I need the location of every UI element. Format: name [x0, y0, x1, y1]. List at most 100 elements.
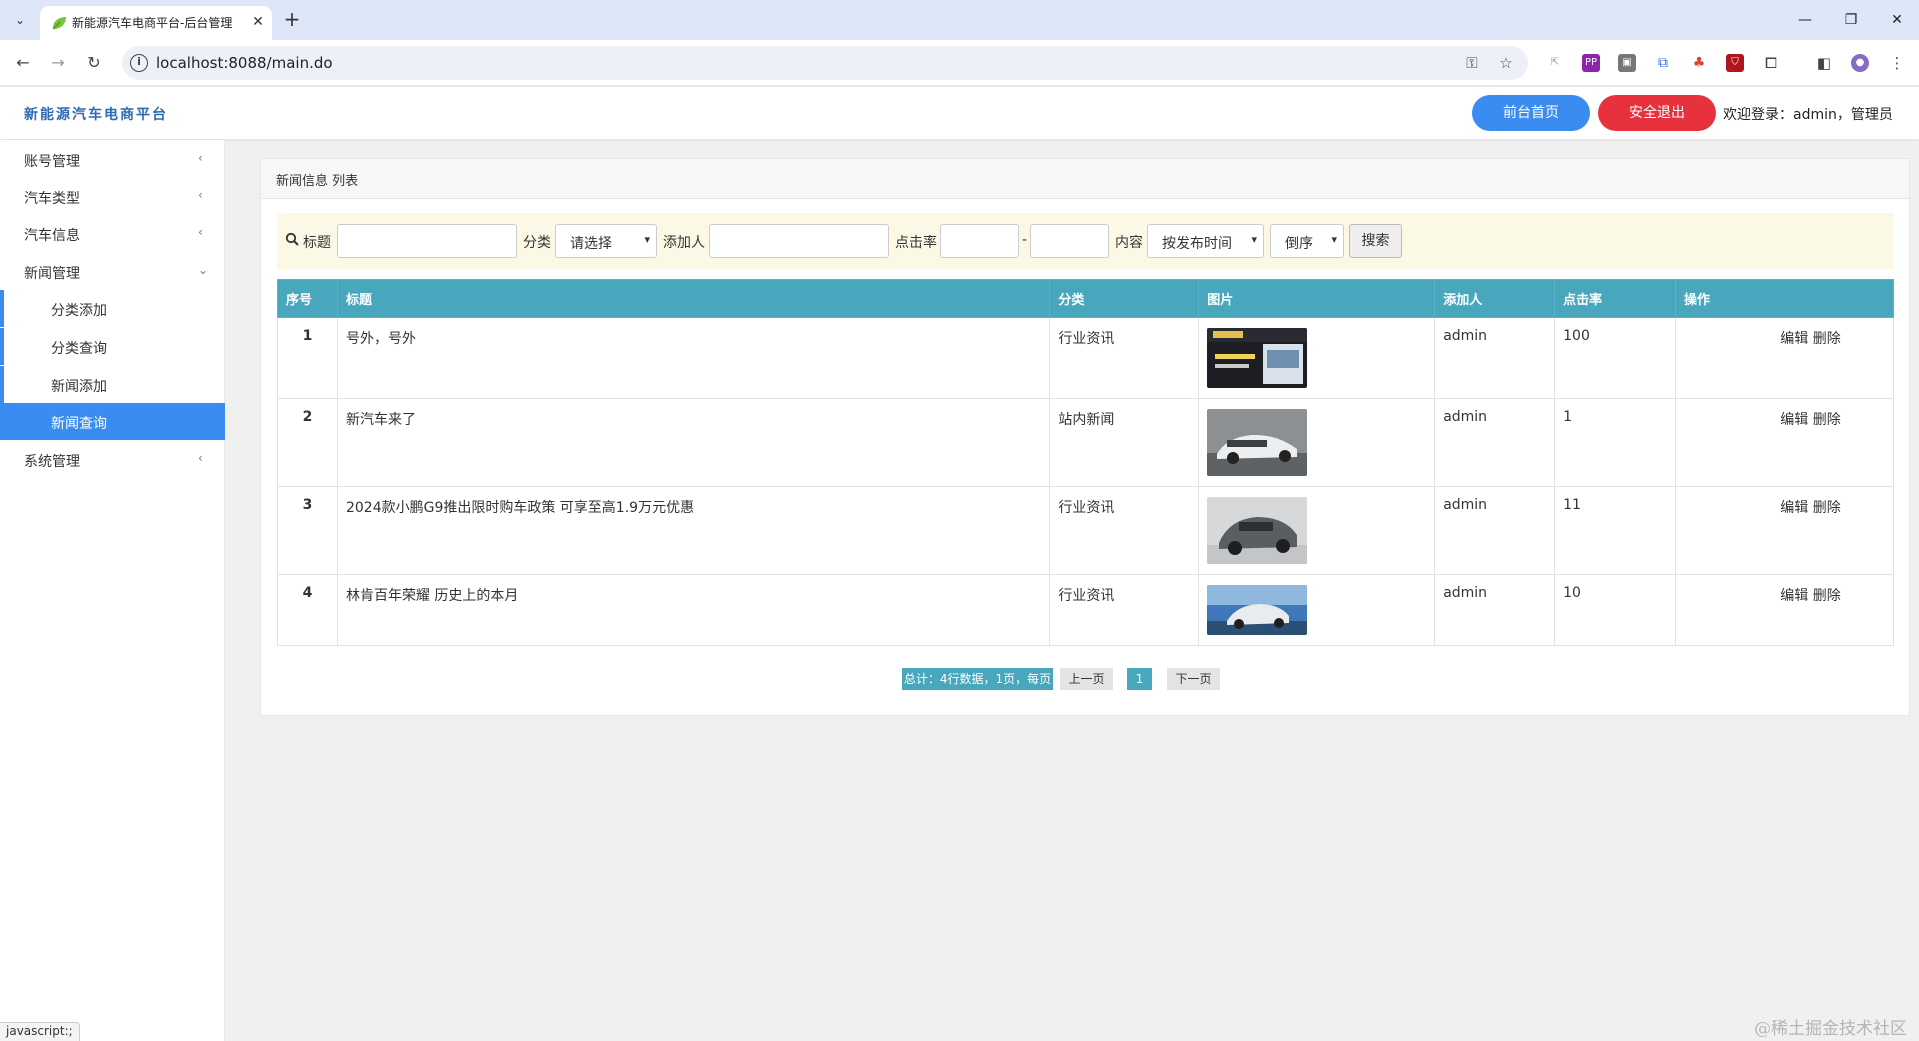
- extension-gamepad-icon[interactable]: ▣: [1618, 54, 1636, 72]
- row-adder: admin: [1434, 574, 1556, 646]
- profile-avatar-icon[interactable]: ●: [1851, 54, 1869, 72]
- sidebar-item-system[interactable]: 系统管理 ‹: [0, 441, 225, 478]
- address-bar[interactable]: i localhost:8088/main.do ⚿ ☆: [122, 46, 1528, 80]
- url-text[interactable]: localhost:8088/main.do: [156, 54, 333, 72]
- dropdown-arrow-icon: ▾: [1331, 233, 1337, 246]
- search-button[interactable]: 搜索: [1349, 224, 1402, 258]
- row-image-cell: [1198, 574, 1436, 646]
- watermark: @稀土掘金技术社区: [1754, 1019, 1907, 1039]
- sidebar-item-account[interactable]: 账号管理 ‹: [0, 141, 225, 178]
- clicks-max-input[interactable]: [1030, 224, 1109, 258]
- search-form: 标题 分类 请选择 ▾ 添加人 点击率 - 内容 按发布时间 ▾ 倒序 ▾ 搜索: [277, 213, 1894, 269]
- side-panel-icon[interactable]: ◧: [1815, 54, 1833, 72]
- sidebar-item-news[interactable]: 新闻管理 ⌄: [0, 253, 225, 290]
- row-adder: admin: [1434, 317, 1556, 399]
- sidebar-item-car-type[interactable]: 汽车类型 ‹: [0, 178, 225, 215]
- tab-search-chevron-icon[interactable]: ⌄: [8, 8, 32, 32]
- sidebar-subitem-category-query[interactable]: 分类查询: [0, 328, 225, 365]
- news-list-panel: 新闻信息 列表 标题 分类 请选择 ▾ 添加人 点击率 - 内容 按发布时间 ▾…: [260, 158, 1910, 716]
- row-title: 2024款小鹏G9推出限时购车政策 可享至高1.9万元优惠: [336, 486, 1051, 575]
- search-icon: [285, 232, 299, 250]
- category-select[interactable]: 请选择 ▾: [555, 224, 657, 258]
- clicks-min-input[interactable]: [940, 224, 1019, 258]
- adder-input[interactable]: [709, 224, 889, 258]
- tab-close-icon[interactable]: ✕: [248, 12, 268, 32]
- row-category: 行业资讯: [1049, 317, 1200, 399]
- forward-icon[interactable]: →: [45, 50, 71, 76]
- next-page-button[interactable]: 下一页: [1167, 668, 1220, 690]
- extension-shield-icon[interactable]: ⛉: [1726, 54, 1744, 72]
- chevron-left-icon: ‹: [198, 225, 203, 239]
- news-thumbnail-image: [1207, 497, 1308, 564]
- frontend-home-button[interactable]: 前台首页: [1472, 95, 1590, 131]
- new-tab-icon[interactable]: +: [280, 8, 304, 32]
- leaf-favicon-icon: [52, 17, 66, 30]
- table-header-row: 序号 标题 分类 图片 添加人 点击率 操作: [277, 279, 1894, 318]
- edit-link[interactable]: 编辑: [1780, 500, 1808, 516]
- range-separator: -: [1022, 232, 1028, 248]
- prev-page-button[interactable]: 上一页: [1060, 668, 1113, 690]
- welcome-text: 欢迎登录：admin，管理员: [1723, 107, 1893, 123]
- extensions-puzzle-icon[interactable]: ⧠: [1762, 54, 1780, 72]
- sidebar-subitem-news-add[interactable]: 新闻添加: [0, 366, 225, 403]
- delete-link[interactable]: 删除: [1813, 331, 1841, 347]
- row-title: 林肯百年荣耀 历史上的本月: [336, 574, 1051, 646]
- extension-pp-icon[interactable]: PP: [1582, 54, 1600, 72]
- reload-icon[interactable]: ↻: [81, 50, 107, 76]
- pagination: 总计：4行数据，1页，每页12行 上一页 1 下一页: [261, 668, 1909, 708]
- tab-title: 新能源汽车电商平台-后台管理: [72, 16, 233, 30]
- extension-layers-icon[interactable]: ⧉: [1654, 54, 1672, 72]
- extension-cursor-icon[interactable]: ⇱: [1546, 54, 1564, 72]
- chevron-left-icon: ‹: [198, 451, 203, 465]
- chevron-left-icon: ‹: [198, 188, 203, 202]
- back-icon[interactable]: ←: [10, 50, 36, 76]
- sort-order-select[interactable]: 倒序 ▾: [1270, 224, 1344, 258]
- bookmark-star-icon[interactable]: ☆: [1496, 53, 1516, 73]
- minimize-icon[interactable]: —: [1790, 8, 1820, 32]
- sidebar-item-label: 账号管理: [24, 154, 80, 170]
- row-adder: admin: [1434, 398, 1556, 487]
- delete-link[interactable]: 删除: [1813, 588, 1841, 604]
- edit-link[interactable]: 编辑: [1780, 588, 1808, 604]
- table-row: 3 2024款小鹏G9推出限时购车政策 可享至高1.9万元优惠 行业资讯 adm…: [277, 486, 1894, 575]
- category-select-value: 请选择: [570, 236, 612, 252]
- password-key-icon[interactable]: ⚿: [1462, 53, 1482, 73]
- edit-link[interactable]: 编辑: [1780, 412, 1808, 428]
- row-image-cell: [1198, 398, 1436, 487]
- sort-field-value: 按发布时间: [1162, 236, 1232, 252]
- row-actions: 编辑 删除: [1675, 574, 1894, 646]
- row-image-cell: [1198, 317, 1436, 399]
- close-window-icon[interactable]: ✕: [1882, 8, 1912, 32]
- sidebar-item-label: 系统管理: [24, 454, 80, 470]
- title-label: 标题: [303, 235, 331, 251]
- delete-link[interactable]: 删除: [1813, 412, 1841, 428]
- logout-button[interactable]: 安全退出: [1598, 95, 1716, 131]
- row-title: 号外，号外: [336, 317, 1051, 399]
- sidebar-item-car-info[interactable]: 汽车信息 ‹: [0, 215, 225, 252]
- site-info-icon[interactable]: i: [130, 54, 148, 72]
- row-actions: 编辑 删除: [1675, 398, 1894, 487]
- panel-title: 新闻信息 列表: [276, 174, 359, 189]
- dropdown-arrow-icon: ▾: [644, 233, 650, 246]
- row-category: 站内新闻: [1049, 398, 1200, 487]
- restore-icon[interactable]: ❐: [1836, 8, 1866, 32]
- table-row: 4 林肯百年荣耀 历史上的本月 行业资讯 admin 10 编辑 删除: [277, 574, 1894, 646]
- edit-link[interactable]: 编辑: [1780, 331, 1808, 347]
- row-no: 3: [277, 486, 338, 575]
- content-label: 内容: [1115, 235, 1143, 251]
- row-no: 2: [277, 398, 338, 487]
- sort-field-select[interactable]: 按发布时间 ▾: [1147, 224, 1264, 258]
- browser-tab[interactable]: 新能源汽车电商平台-后台管理 ✕: [40, 6, 272, 40]
- row-actions: 编辑 删除: [1675, 317, 1894, 399]
- delete-link[interactable]: 删除: [1813, 500, 1841, 516]
- sidebar-subitem-category-add[interactable]: 分类添加: [0, 290, 225, 327]
- sidebar-subitem-label: 分类添加: [51, 303, 107, 319]
- sort-order-value: 倒序: [1285, 236, 1313, 252]
- extension-person-icon[interactable]: ♣: [1690, 54, 1708, 72]
- browser-menu-icon[interactable]: ⋮: [1888, 54, 1906, 72]
- app-header: 新能源汽车电商平台 前台首页 安全退出 欢迎登录：admin，管理员: [0, 87, 1919, 139]
- category-label: 分类: [523, 235, 551, 251]
- sidebar-subitem-news-query[interactable]: 新闻查询: [0, 403, 225, 440]
- page-number-current[interactable]: 1: [1127, 668, 1152, 690]
- title-input[interactable]: [337, 224, 517, 258]
